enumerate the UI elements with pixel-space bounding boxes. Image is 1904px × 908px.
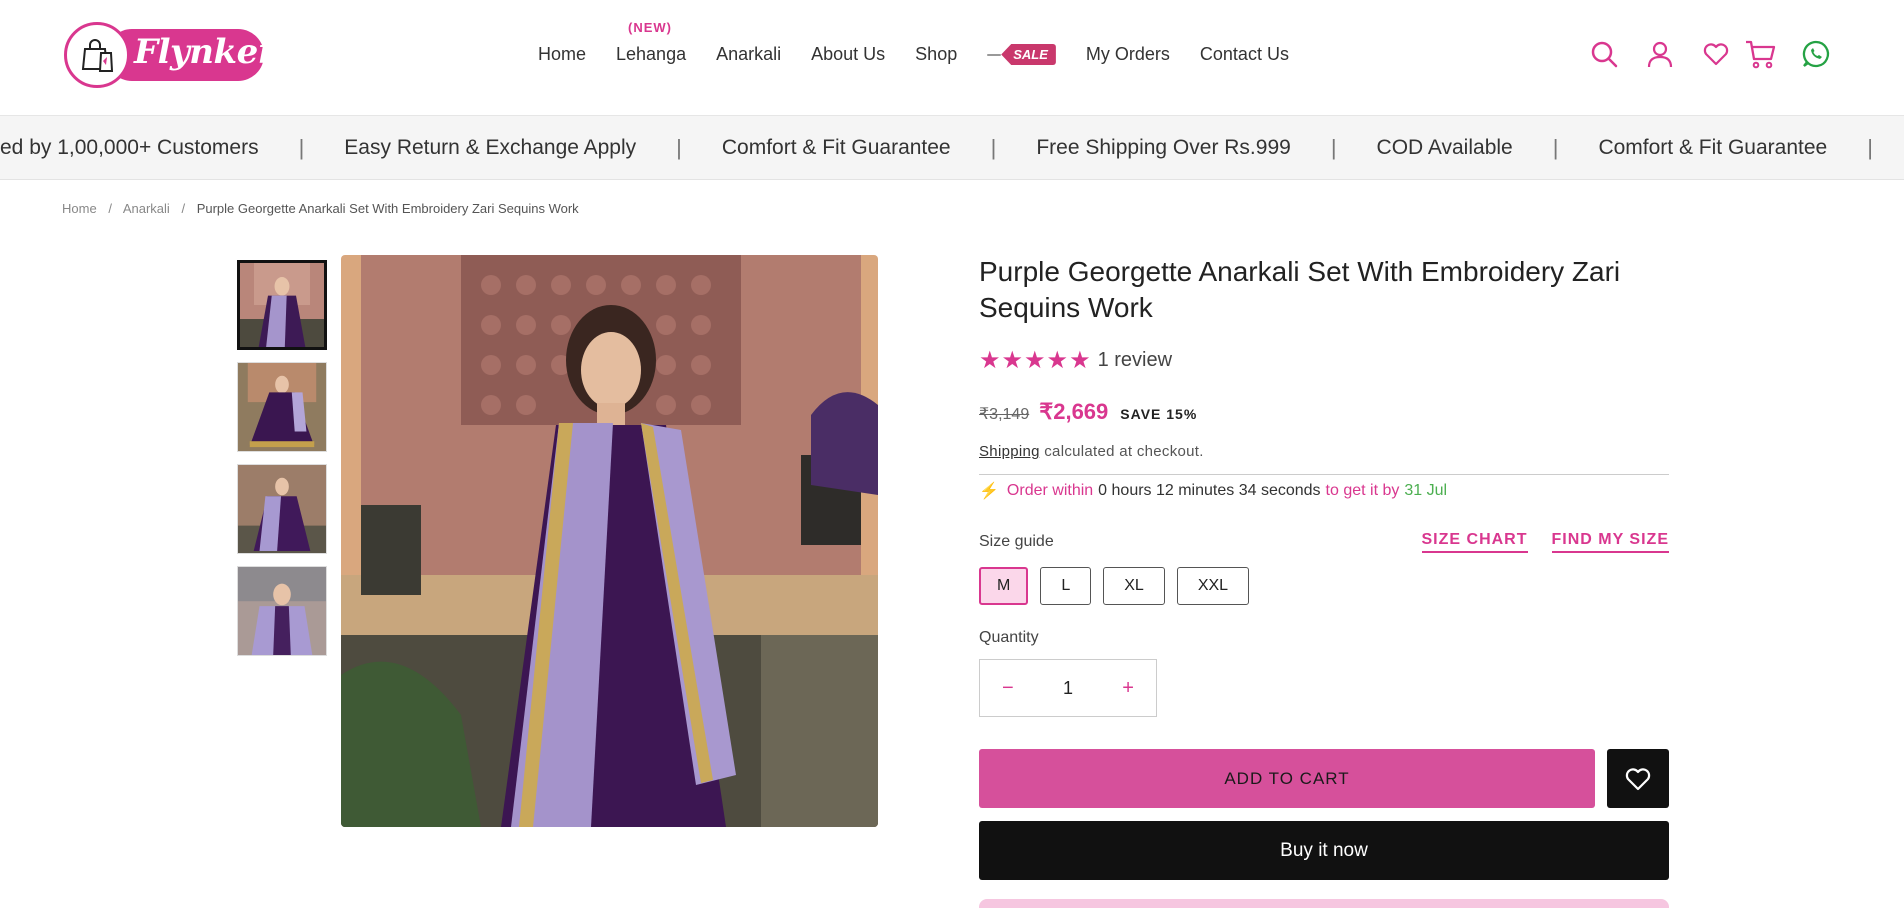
quantity-increase-button[interactable]: + bbox=[1122, 677, 1134, 700]
heart-icon bbox=[1625, 767, 1651, 790]
size-option-l[interactable]: L bbox=[1040, 567, 1092, 605]
size-chart-link[interactable]: SIZE CHART bbox=[1421, 531, 1528, 553]
wishlist-heart-icon[interactable] bbox=[1700, 38, 1732, 70]
add-to-wishlist-button[interactable] bbox=[1607, 749, 1669, 808]
header-icons bbox=[1588, 38, 1856, 70]
thumbnail-list bbox=[237, 260, 327, 668]
new-badge: (NEW) bbox=[628, 20, 673, 35]
sale-tag-string bbox=[987, 53, 1002, 56]
size-option-xxl[interactable]: XXL bbox=[1176, 567, 1250, 605]
site-header: Flynker Home (NEW) Lehanga Anarkali Abou… bbox=[0, 0, 1904, 116]
nav-home[interactable]: Home bbox=[538, 44, 586, 65]
marquee-separator: | bbox=[1867, 135, 1873, 160]
product-thumbnail[interactable] bbox=[237, 362, 327, 452]
save-badge: SAVE 15% bbox=[1120, 406, 1198, 422]
marquee-message: Comfort & Fit Guarantee bbox=[721, 136, 951, 159]
nav-shop[interactable]: Shop bbox=[915, 44, 957, 65]
nav-my-orders[interactable]: My Orders bbox=[1086, 44, 1170, 65]
review-count: 1 review bbox=[1097, 349, 1173, 371]
lightning-icon: ⚡ bbox=[979, 483, 999, 500]
delivery-date: 31 Jul bbox=[1404, 482, 1448, 499]
quantity-stepper: − 1 + bbox=[979, 659, 1157, 717]
brand-logo[interactable]: Flynker bbox=[64, 22, 276, 88]
marquee-message: Comfort & Fit Guarantee bbox=[1598, 136, 1828, 159]
delivery-countdown: ⚡ Order within 0 hours 12 minutes 34 sec… bbox=[979, 481, 1669, 501]
add-to-cart-button[interactable]: ADD TO CART bbox=[979, 749, 1595, 808]
shipping-text: calculated at checkout. bbox=[1044, 443, 1204, 460]
quantity-decrease-button[interactable]: − bbox=[1002, 677, 1014, 700]
rating-row[interactable]: ★★★★★ 1 review bbox=[979, 346, 1669, 375]
size-guide-label: Size guide bbox=[979, 533, 1054, 550]
marquee-message: Free Shipping Over Rs.999 bbox=[1036, 136, 1291, 159]
product-thumbnail[interactable] bbox=[237, 260, 327, 350]
rating-stars-icon: ★★★★★ bbox=[979, 347, 1092, 374]
search-icon[interactable] bbox=[1588, 38, 1620, 70]
shopping-bag-icon bbox=[64, 22, 130, 88]
breadcrumb-separator: / bbox=[181, 201, 186, 216]
breadcrumb: Home / Anarkali / Purple Georgette Anark… bbox=[62, 201, 587, 216]
cart-icon[interactable] bbox=[1744, 38, 1776, 70]
product-thumbnail[interactable] bbox=[237, 566, 327, 656]
account-icon[interactable] bbox=[1644, 38, 1676, 70]
nav-anarkali[interactable]: Anarkali bbox=[716, 44, 781, 65]
breadcrumb-separator: / bbox=[108, 201, 112, 216]
sale-price: ₹2,669 bbox=[1039, 399, 1109, 424]
sale-tag-label: SALE bbox=[1001, 44, 1056, 65]
price-row: ₹3,149 ₹2,669 SAVE 15% bbox=[979, 399, 1669, 425]
main-nav: Home (NEW) Lehanga Anarkali About Us Sho… bbox=[538, 20, 1319, 65]
nav-sale[interactable]: SALE bbox=[987, 44, 1056, 65]
find-my-size-link[interactable]: FIND MY SIZE bbox=[1551, 531, 1669, 553]
product-main-image[interactable] bbox=[341, 255, 878, 827]
quantity-value[interactable]: 1 bbox=[1063, 678, 1073, 699]
size-header: Size guide SIZE CHART FIND MY SIZE bbox=[979, 531, 1669, 553]
nav-about-us[interactable]: About Us bbox=[811, 44, 885, 65]
nav-lehanga-label: Lehanga bbox=[616, 44, 687, 64]
size-option-m[interactable]: M bbox=[979, 567, 1029, 605]
marquee-message: Easy Return & Exchange Apply bbox=[344, 136, 637, 159]
breadcrumb-current: Purple Georgette Anarkali Set With Embro… bbox=[196, 201, 579, 216]
buy-now-button[interactable]: Buy it now bbox=[979, 821, 1669, 880]
breadcrumb-category[interactable]: Anarkali bbox=[123, 201, 170, 216]
quantity-label: Quantity bbox=[979, 629, 1039, 646]
product-info: Purple Georgette Anarkali Set With Embro… bbox=[979, 254, 1669, 908]
countdown-timer: 0 hours 12 minutes 34 seconds bbox=[1098, 482, 1321, 499]
breadcrumb-home[interactable]: Home bbox=[62, 201, 97, 216]
product-thumbnail[interactable] bbox=[237, 464, 327, 554]
size-option-xl[interactable]: XL bbox=[1103, 567, 1165, 605]
marquee-message: COD Available bbox=[1376, 136, 1513, 159]
marquee-message: ed by 1,00,000+ Customers bbox=[0, 136, 259, 159]
order-prefix: Order within bbox=[1006, 482, 1094, 499]
order-mid: to get it by bbox=[1325, 482, 1400, 499]
next-button-partial[interactable] bbox=[979, 899, 1669, 908]
marquee-track: ed by 1,00,000+ Customers | Easy Return … bbox=[0, 116, 1873, 179]
announcement-marquee: ed by 1,00,000+ Customers | Easy Return … bbox=[0, 116, 1904, 180]
nav-lehanga[interactable]: (NEW) Lehanga bbox=[616, 20, 687, 65]
compare-at-price: ₹3,149 bbox=[979, 406, 1030, 423]
product-title: Purple Georgette Anarkali Set With Embro… bbox=[979, 256, 1621, 323]
shipping-note: Shipping calculated at checkout. bbox=[979, 443, 1669, 460]
cart-row: ADD TO CART bbox=[979, 749, 1669, 808]
size-options: M L XL XXL bbox=[979, 567, 1669, 605]
nav-contact-us[interactable]: Contact Us bbox=[1200, 44, 1289, 65]
brand-name: Flynker bbox=[134, 32, 276, 72]
divider bbox=[979, 474, 1669, 475]
whatsapp-icon[interactable] bbox=[1800, 38, 1832, 70]
shipping-link[interactable]: Shipping bbox=[979, 443, 1040, 460]
